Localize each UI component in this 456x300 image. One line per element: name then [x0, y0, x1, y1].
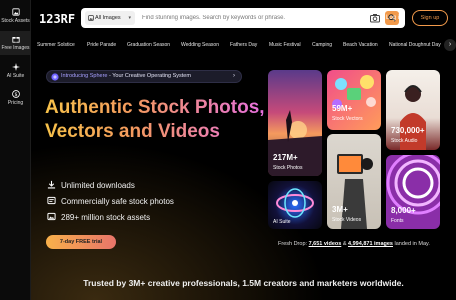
camera-search-icon[interactable]	[370, 13, 380, 23]
tile-stock-videos[interactable]: 3M+ Stock Videos	[327, 134, 381, 229]
license-icon	[47, 196, 56, 205]
gallery-icon	[47, 212, 56, 221]
top-bar: 123RF All Images ▾ Log in Sign up	[31, 0, 456, 38]
feature-item: Commercially safe stock photos	[47, 196, 174, 206]
tile-label: AI Suite	[273, 219, 291, 225]
feature-text: Unlimited downloads	[61, 181, 135, 190]
download-icon	[47, 180, 56, 189]
tile-count: 730,000+	[391, 126, 425, 135]
video-camera-person-thumbnail	[337, 154, 373, 229]
fresh-drop-images-link[interactable]: 4,994,871 images	[348, 241, 393, 247]
search-input[interactable]	[142, 8, 322, 28]
tile-count: 217M+	[273, 153, 298, 162]
feature-text: Commercially safe stock photos	[61, 197, 174, 206]
category-link[interactable]: Music Festival	[269, 42, 301, 48]
announcement-highlight: Introducing Sphere	[61, 73, 108, 79]
announcement-text: - Your Creative Operating System	[107, 73, 191, 79]
search-bar: All Images ▾	[81, 8, 405, 28]
tile-count: 8,000+	[391, 206, 416, 215]
tile-stock-vectors[interactable]: 59M+ Stock Vectors	[327, 70, 381, 130]
sidebar-item-label: AI Suite	[6, 73, 25, 79]
feature-text: 289+ million stock assets	[61, 213, 151, 222]
image-icon	[88, 15, 94, 21]
category-link[interactable]: Pride Parade	[87, 42, 116, 48]
fresh-drop-prefix: Fresh Drop:	[278, 241, 309, 247]
sidebar-item-label: Pricing	[7, 100, 24, 106]
category-bar: Summer Solstice Pride Parade Graduation …	[31, 38, 456, 54]
category-link[interactable]: Fathers Day	[230, 42, 257, 48]
hero-headline: Authentic Stock Photos, Vectors and Vide…	[45, 97, 265, 142]
logo[interactable]: 123RF	[39, 12, 75, 26]
sidebar-item-label: Stock Assets	[1, 18, 30, 24]
sidebar-item-label: Free Images	[1, 45, 30, 51]
gift-icon	[11, 37, 20, 43]
chevron-down-icon: ▾	[128, 15, 131, 21]
tile-count: 59M+	[332, 104, 353, 113]
tile-label: Fonts	[391, 218, 404, 224]
tile-label: Stock Vectors	[332, 116, 363, 122]
sidebar-item-ai-suite[interactable]: AI Suite	[0, 63, 31, 79]
category-link[interactable]: Camping	[312, 42, 332, 48]
category-link[interactable]: National Doughnut Day	[389, 42, 441, 48]
search-filter-label: All Images	[95, 15, 121, 21]
left-sidebar: Stock Assets Free Images AI Suite $ Pric…	[0, 0, 31, 300]
category-link[interactable]: Summer Solstice	[37, 42, 75, 48]
category-link[interactable]: Graduation Season	[127, 42, 170, 48]
category-link[interactable]: Wedding Season	[181, 42, 219, 48]
tile-label: Stock Photos	[273, 165, 303, 171]
tile-stock-photos[interactable]: 217M+ Stock Photos	[268, 70, 322, 176]
tile-ai-suite[interactable]: AI Suite	[268, 181, 322, 229]
login-link[interactable]: Log in	[386, 15, 402, 21]
image-icon	[11, 8, 20, 16]
chevron-right-icon: ›	[233, 73, 235, 79]
tile-label: Stock Videos	[332, 217, 362, 223]
tile-count: 3M+	[332, 205, 348, 214]
fresh-drop-text: Fresh Drop: 7,651 videos & 4,994,871 ima…	[278, 241, 430, 247]
announcement-pill[interactable]: Introducing Sphere - Your Creative Opera…	[46, 70, 242, 83]
svg-text:$: $	[14, 92, 17, 98]
category-link[interactable]: Beach Vacation	[343, 42, 378, 48]
fresh-drop-videos-link[interactable]: 7,651 videos	[309, 241, 342, 247]
signup-button[interactable]: Sign up	[412, 10, 448, 26]
tile-label: Stock Audio	[391, 138, 418, 144]
fresh-drop-suffix: landed in May.	[392, 241, 430, 247]
tile-fonts[interactable]: 8,000+ Fonts	[386, 155, 440, 229]
search-filter-dropdown[interactable]: All Images ▾	[85, 11, 135, 25]
sidebar-item-stock-assets[interactable]: Stock Assets	[0, 8, 31, 24]
chevron-right-icon[interactable]: ›	[444, 39, 456, 51]
sparkle-icon	[11, 63, 20, 71]
sphere-icon	[51, 73, 59, 81]
sidebar-item-pricing[interactable]: $ Pricing	[0, 90, 31, 106]
trusted-statement: Trusted by 3M+ creative professionals, 1…	[83, 278, 404, 288]
feature-item: Unlimited downloads	[47, 180, 135, 190]
sidebar-item-free-images[interactable]: Free Images	[0, 31, 31, 55]
feature-item: 289+ million stock assets	[47, 212, 150, 222]
dollar-icon: $	[11, 90, 20, 98]
tile-stock-audio[interactable]: 730,000+ Stock Audio	[386, 70, 440, 150]
free-trial-button[interactable]: 7-day FREE trial	[46, 235, 116, 249]
